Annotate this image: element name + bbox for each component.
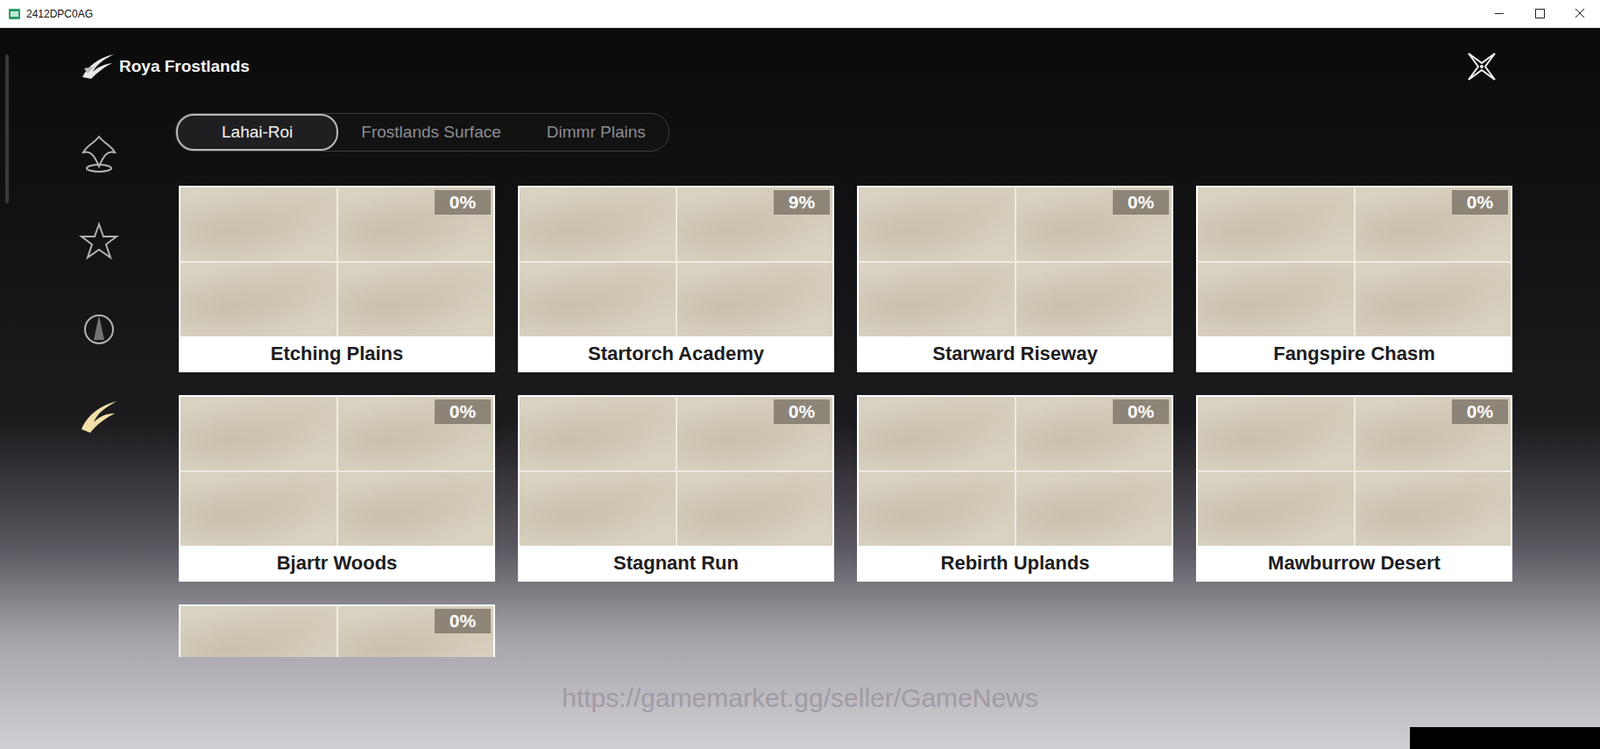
map-thumbnail: 0% (858, 187, 1172, 337)
region-emblem-icon (74, 304, 124, 354)
region-emblem-icon (74, 392, 124, 442)
region-card[interactable]: 9% Startorch Academy (517, 185, 835, 373)
region-name: Stagnant Run (519, 545, 833, 581)
close-icon[interactable] (1465, 50, 1498, 83)
region-emblem-icon (74, 129, 124, 179)
region-name: Etching Plains (180, 336, 494, 371)
title-bar: 2412DPC0AG (0, 0, 1600, 29)
progress-badge: 0% (1112, 399, 1169, 425)
map-thumbnail: 0% (180, 187, 494, 337)
sidebar-item[interactable] (74, 217, 124, 267)
progress-badge: 0% (1451, 190, 1508, 215)
region-name: Rebirth Uplands (858, 545, 1172, 581)
app-icon (8, 8, 21, 20)
region-card[interactable]: 0% Bjartr Woods (178, 395, 496, 582)
sidebar-item[interactable] (74, 304, 124, 354)
region-name: Startorch Academy (519, 336, 833, 371)
sidebar (0, 113, 176, 749)
progress-badge: 0% (1112, 190, 1169, 215)
region-card[interactable]: 0% (178, 604, 496, 658)
map-thumbnail: 0% (1197, 396, 1511, 546)
sidebar-item[interactable] (74, 392, 124, 442)
frostlands-emblem-icon (78, 50, 116, 83)
region-card[interactable]: 0% Etching Plains (178, 185, 496, 373)
region-name: Fangspire Chasm (1197, 336, 1511, 371)
black-overlay (1409, 727, 1600, 749)
progress-badge: 0% (773, 399, 830, 425)
tab[interactable]: Lahai-Roi (176, 113, 339, 151)
tab[interactable]: Frostlands Surface (338, 113, 524, 151)
map-thumbnail: 9% (519, 187, 833, 337)
region-name: Bjartr Woods (180, 545, 494, 581)
window-title: 2412DPC0AG (26, 7, 93, 21)
game-screen: Roya Frostlands Lahai-RoiFrostlands Surf… (0, 28, 1600, 749)
region-name: Mawburrow Desert (1197, 545, 1511, 581)
map-thumbnail: 0% (180, 606, 494, 658)
progress-badge: 0% (434, 608, 491, 634)
region-card[interactable]: 0% Stagnant Run (517, 395, 835, 582)
sidebar-item[interactable] (74, 129, 124, 179)
progress-badge: 0% (1451, 399, 1508, 425)
progress-badge: 0% (434, 190, 491, 215)
progress-badge: 9% (773, 190, 830, 215)
map-thumbnail: 0% (1197, 187, 1511, 337)
close-window-icon[interactable] (1559, 0, 1600, 28)
progress-badge: 0% (434, 399, 491, 425)
region-card[interactable]: 0% Rebirth Uplands (856, 395, 1174, 582)
region-title: Roya Frostlands (78, 50, 250, 83)
header: Roya Frostlands (0, 28, 1600, 114)
app-window: 2412DPC0AG Roya Frostlands Lahai-RoiFros… (0, 0, 1600, 749)
region-name: Starward Riseway (858, 336, 1172, 371)
tab-bar: Lahai-RoiFrostlands SurfaceDimmr Plains (175, 113, 670, 152)
minimize-icon[interactable] (1479, 0, 1520, 28)
map-thumbnail: 0% (180, 396, 494, 546)
region-card[interactable]: 0% Mawburrow Desert (1196, 395, 1513, 582)
edge-bar (5, 54, 9, 204)
region-emblem-icon (74, 217, 124, 267)
watermark: https://gamemarket.gg/seller/GameNews (0, 683, 1600, 714)
region-card[interactable]: 0% Fangspire Chasm (1196, 185, 1513, 373)
region-list: 0% Etching Plains 9% Startorch Academy 0… (178, 185, 1513, 658)
map-thumbnail: 0% (858, 396, 1172, 546)
map-thumbnail: 0% (519, 396, 833, 546)
region-card[interactable]: 0% Starward Riseway (856, 185, 1174, 373)
tab[interactable]: Dimmr Plains (523, 113, 669, 151)
maximize-icon[interactable] (1519, 0, 1560, 28)
